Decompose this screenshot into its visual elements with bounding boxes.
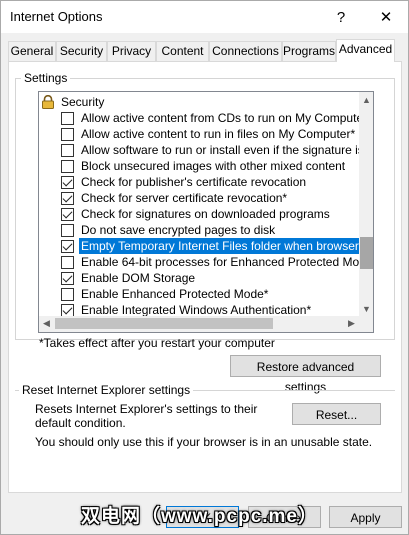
horizontal-scrollbar[interactable]: ◀ ▶ xyxy=(39,316,359,332)
scroll-up-arrow-icon[interactable]: ▲ xyxy=(359,92,373,107)
setting-label: Allow software to run or install even if… xyxy=(81,143,359,157)
settings-group-label: Settings xyxy=(21,71,71,85)
checkbox[interactable] xyxy=(61,288,74,301)
setting-label: Allow active content to run in files on … xyxy=(81,127,356,141)
checkbox[interactable] xyxy=(61,304,74,316)
reset-warning: You should only use this if your browser… xyxy=(35,435,373,449)
checkbox[interactable] xyxy=(61,240,74,253)
setting-label: Enable Enhanced Protected Mode* xyxy=(81,287,269,301)
setting-label: Enable Integrated Windows Authentication… xyxy=(81,303,312,316)
checkbox[interactable] xyxy=(61,112,74,125)
checkbox[interactable] xyxy=(61,144,74,157)
tab-programs[interactable]: Programs xyxy=(282,41,336,61)
setting-label: Allow active content from CDs to run on … xyxy=(81,111,359,125)
tab-content[interactable]: Content xyxy=(156,41,209,61)
tab-advanced[interactable]: Advanced xyxy=(336,39,395,62)
reset-group-label: Reset Internet Explorer settings xyxy=(19,383,194,397)
help-button[interactable]: ? xyxy=(328,5,354,29)
checkbox[interactable] xyxy=(61,176,74,189)
setting-label: Enable 64-bit processes for Enhanced Pro… xyxy=(81,255,359,269)
vertical-scroll-thumb[interactable] xyxy=(360,237,373,269)
scrollbar-corner xyxy=(359,316,373,332)
horizontal-scroll-thumb[interactable] xyxy=(55,318,273,329)
setting-label: Enable DOM Storage xyxy=(81,271,196,285)
setting-label: Check for server certificate revocation* xyxy=(81,191,288,205)
reset-button[interactable]: Reset... xyxy=(292,403,381,425)
apply-button[interactable]: Apply xyxy=(329,506,402,528)
lock-icon xyxy=(42,95,54,109)
tab-general[interactable]: General xyxy=(8,41,56,61)
checkbox[interactable] xyxy=(61,160,74,173)
close-button[interactable]: ✕ xyxy=(373,5,399,29)
title-bar: Internet Options ? ✕ xyxy=(1,1,408,33)
vertical-scrollbar[interactable]: ▲ ▼ xyxy=(359,92,373,316)
checkbox[interactable] xyxy=(61,128,74,141)
reset-description: Resets Internet Explorer's settings to t… xyxy=(35,402,258,430)
watermark-text: 双电网（www.pcpc.me） xyxy=(81,506,318,527)
setting-label: Empty Temporary Internet Files folder wh… xyxy=(79,238,359,254)
scroll-left-arrow-icon[interactable]: ◀ xyxy=(39,316,54,331)
checkbox[interactable] xyxy=(61,256,74,269)
checkbox[interactable] xyxy=(61,208,74,221)
settings-list-area: Security Allow active content from CDs t… xyxy=(39,92,359,316)
checkbox[interactable] xyxy=(61,272,74,285)
setting-label: Check for signatures on downloaded progr… xyxy=(81,207,330,221)
scroll-right-arrow-icon[interactable]: ▶ xyxy=(344,316,359,331)
setting-label: Do not save encrypted pages to disk xyxy=(81,223,276,237)
category-label: Security xyxy=(61,95,105,109)
settings-list[interactable]: Security Allow active content from CDs t… xyxy=(38,91,374,333)
tab-connections[interactable]: Connections xyxy=(209,41,282,61)
tab-security[interactable]: Security xyxy=(56,41,107,61)
internet-options-window: Internet Options ? ✕ General Security Pr… xyxy=(0,0,409,535)
checkbox[interactable] xyxy=(61,192,74,205)
window-title: Internet Options xyxy=(10,9,103,24)
restore-advanced-settings-button[interactable]: Restore advanced settings xyxy=(230,355,381,394)
setting-label: Check for publisher's certificate revoca… xyxy=(81,175,307,189)
setting-label: Block unsecured images with other mixed … xyxy=(81,159,346,173)
restart-note: *Takes effect after you restart your com… xyxy=(39,336,275,350)
checkbox[interactable] xyxy=(61,224,74,237)
scroll-down-arrow-icon[interactable]: ▼ xyxy=(359,301,373,316)
tab-privacy[interactable]: Privacy xyxy=(107,41,156,61)
